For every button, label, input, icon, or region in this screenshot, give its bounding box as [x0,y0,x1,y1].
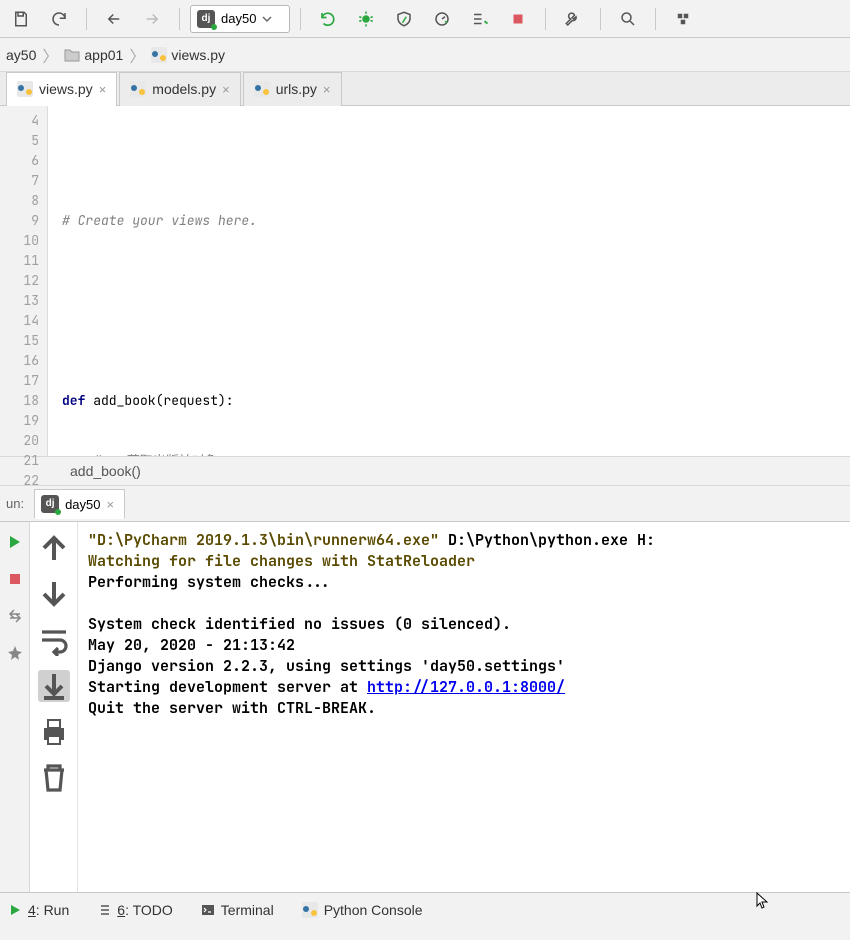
close-icon[interactable]: × [99,82,107,97]
run-config-tab[interactable]: dj day50 × [34,489,125,519]
breadcrumb-seg-3[interactable]: views.py [151,47,225,63]
python-icon [302,902,318,918]
close-icon[interactable]: × [323,82,331,97]
context-function[interactable]: add_book() [70,463,141,479]
back-button[interactable] [97,2,131,36]
debug-button[interactable] [349,2,383,36]
python-file-icon [17,81,33,97]
console-output[interactable]: "D:\PyCharm 2019.1.3\bin\runnerw64.exe" … [78,522,850,892]
close-icon[interactable]: × [107,497,115,512]
down-button[interactable] [38,578,70,610]
terminal-icon [201,903,215,917]
search-button[interactable] [611,2,645,36]
tab-label: models.py [152,81,216,97]
rerun-button[interactable] [311,2,345,36]
soft-wrap-button[interactable] [38,624,70,656]
restart-button[interactable] [7,608,23,627]
concurrency-button[interactable] [463,2,497,36]
editor-gutter: 4 5 6 7 8 9 10 11 12 13 14 15 16 17 18 1… [0,106,48,456]
code-editor[interactable]: 4 5 6 7 8 9 10 11 12 13 14 15 16 17 18 1… [0,106,850,456]
tab-views[interactable]: views.py × [6,72,117,106]
tab-label: views.py [39,81,93,97]
stop-button[interactable] [501,2,535,36]
refresh-button[interactable] [42,2,76,36]
run-mid-toolbar [30,522,78,892]
print-button[interactable] [38,716,70,748]
run-config-selector[interactable]: dj day50 [190,5,290,33]
context-bar: add_book() [0,456,850,486]
tab-label: urls.py [276,81,317,97]
pin-button[interactable] [7,645,23,664]
run-config-name: day50 [221,11,256,26]
chevron-right-icon: 〉 [129,43,145,67]
editor-content[interactable]: # Create your views here. def add_book(r… [48,106,850,456]
run-panel-header: un: dj day50 × [0,486,850,522]
run-coverage-button[interactable] [387,2,421,36]
list-icon [97,903,111,917]
bottom-toolbar: 4: Run 6: TODO Terminal Python Console [0,892,850,926]
breadcrumb-seg-2[interactable]: app01 [64,47,123,63]
tool-window-todo[interactable]: 6: TODO [97,902,173,918]
chevron-down-icon [262,14,272,24]
breadcrumb-seg-1[interactable]: ay50 [6,47,36,63]
profile-button[interactable] [425,2,459,36]
run-left-toolbar [0,522,30,892]
play-icon [8,903,22,917]
tool-window-python-console[interactable]: Python Console [302,902,423,918]
server-url-link[interactable]: http://127.0.0.1:8000/ [367,677,565,697]
main-toolbar: dj day50 [0,0,850,38]
python-file-icon [151,47,167,63]
tab-urls[interactable]: urls.py × [243,72,342,106]
run-panel: "D:\PyCharm 2019.1.3\bin\runnerw64.exe" … [0,522,850,892]
tool-window-run[interactable]: 4: Run [8,902,69,918]
update-button[interactable] [666,2,700,36]
up-button[interactable] [38,532,70,564]
stop-button[interactable] [7,571,23,590]
wrench-button[interactable] [556,2,590,36]
rerun-button[interactable] [7,534,23,553]
run-label: un: [6,496,24,511]
tab-models[interactable]: models.py × [119,72,240,106]
editor-tabs: views.py × models.py × urls.py × [0,72,850,106]
mouse-cursor-icon [756,892,770,910]
chevron-right-icon: 〉 [42,43,58,67]
scroll-to-end-button[interactable] [38,670,70,702]
django-icon: dj [197,10,215,28]
breadcrumb: ay50 〉 app01 〉 views.py [0,38,850,72]
save-all-button[interactable] [4,2,38,36]
tool-window-terminal[interactable]: Terminal [201,902,274,918]
forward-button[interactable] [135,2,169,36]
run-tab-name: day50 [65,497,100,512]
django-icon: dj [41,495,59,513]
python-file-icon [130,81,146,97]
trash-button[interactable] [38,762,70,794]
folder-icon [64,48,80,62]
close-icon[interactable]: × [222,82,230,97]
python-file-icon [254,81,270,97]
